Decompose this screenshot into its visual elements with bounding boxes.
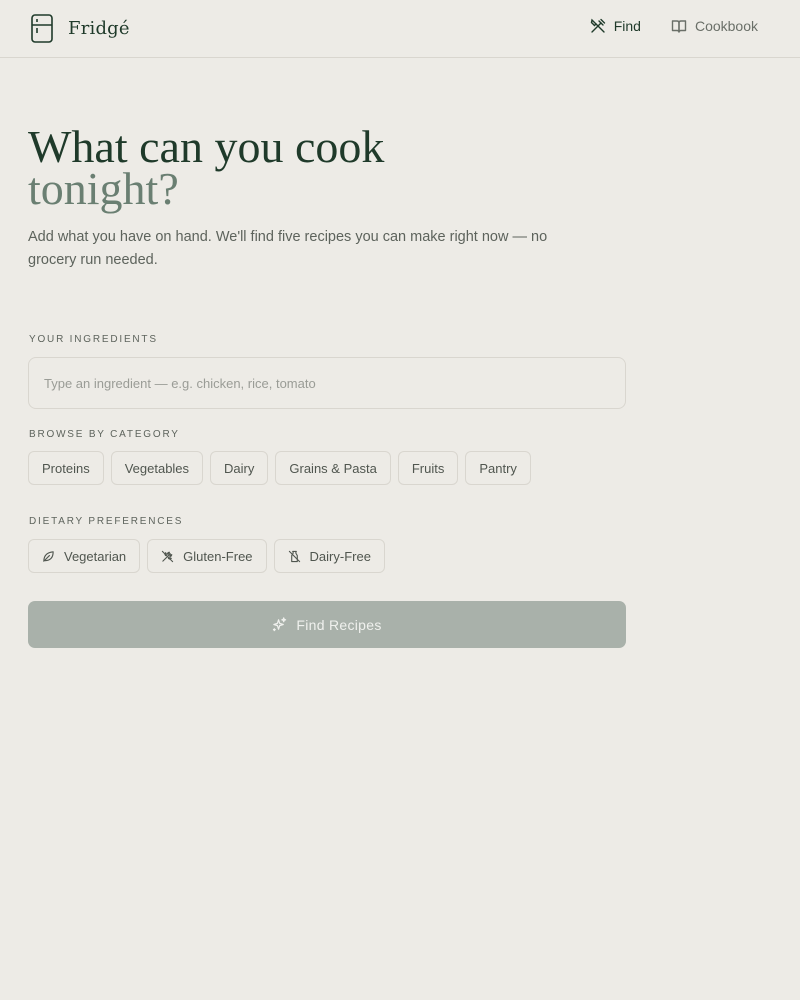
nav-cookbook-label: Cookbook (694, 18, 758, 34)
dietary-chip-vegetarian[interactable]: Vegetarian (28, 539, 141, 573)
sparkles-icon (273, 617, 287, 632)
category-chip-vegetables[interactable]: Vegetables (110, 451, 204, 485)
category-chip-pantry[interactable]: Pantry (465, 451, 531, 485)
utensils-icon (590, 18, 605, 33)
dietary-chip-label: Gluten-Free (183, 548, 253, 564)
dietary-chip-label: Vegetarian (64, 548, 127, 564)
book-icon (671, 20, 687, 33)
find-recipes-label: Find Recipes (296, 616, 382, 633)
brand-name: Fridgé (68, 18, 130, 39)
find-recipes-button[interactable]: Find Recipes (28, 601, 626, 648)
dietary-chip-dairy-free[interactable]: Dairy-Free (273, 539, 385, 573)
page-title: What can you cook tonight? (28, 124, 628, 214)
ingredients-label: YOUR INGREDIENTS (29, 334, 158, 345)
hero: What can you cook tonight? Add what you … (28, 124, 628, 272)
milk-off-icon (288, 550, 300, 562)
nav-find[interactable]: Find (590, 18, 641, 34)
main-nav: Find Cookbook (590, 18, 758, 34)
category-chips: Proteins Vegetables Dairy Grains & Pasta… (28, 451, 531, 485)
title-line-2: tonight? (28, 163, 179, 214)
dietary-label: DIETARY PREFERENCES (29, 516, 184, 527)
page-subtitle: Add what you have on hand. We'll find fi… (28, 229, 548, 268)
fridge-icon (31, 14, 53, 43)
category-chip-proteins[interactable]: Proteins (28, 451, 104, 485)
category-chip-fruits[interactable]: Fruits (397, 451, 459, 485)
leaf-icon (43, 550, 54, 562)
ingredient-input[interactable] (28, 357, 626, 409)
wheat-off-icon (162, 550, 174, 562)
category-label: BROWSE BY CATEGORY (29, 429, 180, 440)
brand[interactable]: Fridgé (31, 14, 130, 43)
dietary-chips: Vegetarian Gluten-Free Dairy-Free (28, 539, 385, 573)
category-chip-grains-pasta[interactable]: Grains & Pasta (275, 451, 391, 485)
app-header: Fridgé Find Cookbook (0, 0, 800, 58)
nav-find-label: Find (613, 18, 641, 34)
category-chip-dairy[interactable]: Dairy (210, 451, 269, 485)
dietary-chip-label: Dairy-Free (309, 548, 371, 564)
nav-cookbook[interactable]: Cookbook (671, 18, 758, 34)
dietary-chip-gluten-free[interactable]: Gluten-Free (147, 539, 267, 573)
